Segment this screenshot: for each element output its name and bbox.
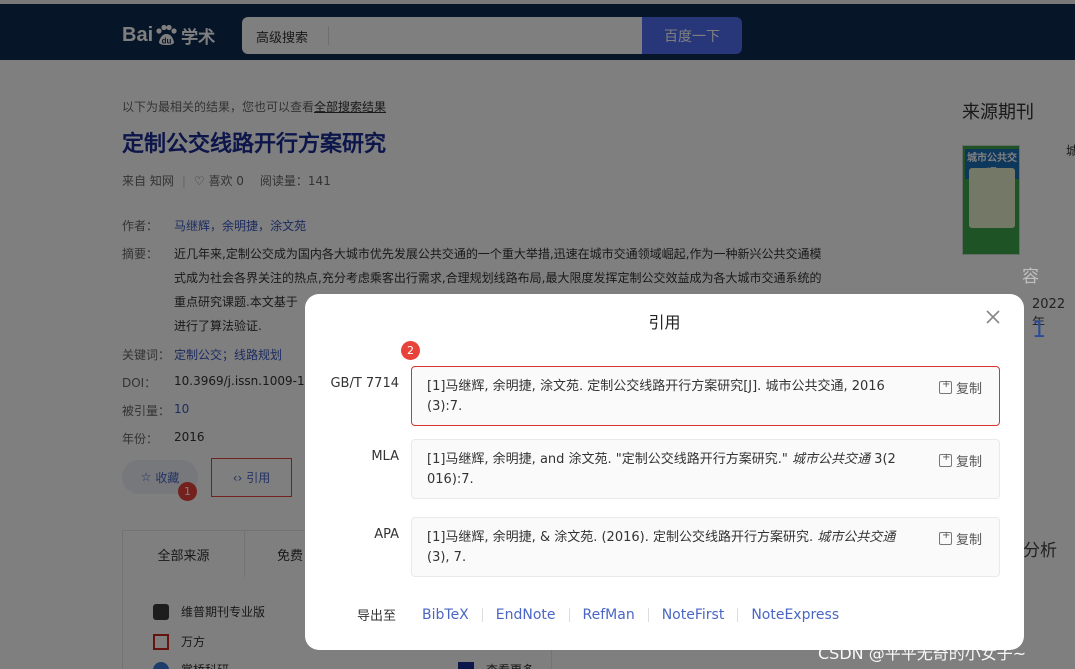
copy-button[interactable]: 复制 (939, 529, 982, 548)
copy-button[interactable]: 复制 (939, 451, 982, 470)
citation-text[interactable]: [1]马继辉, 余明捷, and 涂文苑. "定制公交线路开行方案研究." 城市… (427, 450, 927, 490)
copy-button[interactable]: 复制 (939, 378, 982, 397)
side-section-char: 容 (1022, 267, 1039, 287)
citation-box-selected[interactable]: [1]马继辉, 余明捷, 涂文苑. 定制公交线路开行方案研究[J]. 城市公共交… (411, 366, 1000, 426)
citation-format-label: APA (374, 527, 399, 542)
export-sep (568, 607, 570, 622)
side-analysis-title: 分析 (1023, 541, 1057, 561)
export-sep (647, 607, 649, 622)
export-row: 导出至 BibTeX EndNote RefMan NoteFirst Note… (357, 605, 839, 625)
export-notefirst-link[interactable]: NoteFirst (662, 607, 725, 623)
copy-icon (939, 452, 952, 467)
export-noteexpress-link[interactable]: NoteExpress (751, 607, 839, 623)
close-icon[interactable] (984, 308, 1002, 326)
copy-icon (939, 530, 952, 545)
citation-format-label: MLA (371, 449, 399, 464)
export-refman-link[interactable]: RefMan (583, 607, 635, 623)
export-bibtex-link[interactable]: BibTeX (422, 607, 469, 623)
export-label: 导出至 (357, 609, 397, 624)
citation-text[interactable]: [1]马继辉, 余明捷, & 涂文苑. (2016). 定制公交线路开行方案研究… (427, 528, 927, 568)
annotation-badge-2: 2 (401, 341, 420, 360)
side-count: 1 (1032, 318, 1046, 343)
citation-text[interactable]: [1]马继辉, 余明捷, 涂文苑. 定制公交线路开行方案研究[J]. 城市公共交… (427, 377, 927, 417)
export-endnote-link[interactable]: EndNote (496, 607, 556, 623)
dialog-title: 引用 (648, 313, 681, 332)
export-sep (481, 607, 483, 622)
citation-box[interactable]: [1]马继辉, 余明捷, and 涂文苑. "定制公交线路开行方案研究." 城市… (411, 439, 1000, 499)
export-sep (737, 607, 739, 622)
citation-format-label: GB/T 7714 (330, 376, 399, 391)
csdn-watermark: CSDN @平平无奇的小女子~ (818, 644, 1027, 663)
cite-dialog: 引用 2 GB/T 7714 [1]马继辉, 余明捷, 涂文苑. 定制公交线路开… (305, 294, 1024, 650)
citation-box[interactable]: [1]马继辉, 余明捷, & 涂文苑. (2016). 定制公交线路开行方案研究… (411, 517, 1000, 577)
copy-icon (939, 379, 952, 394)
